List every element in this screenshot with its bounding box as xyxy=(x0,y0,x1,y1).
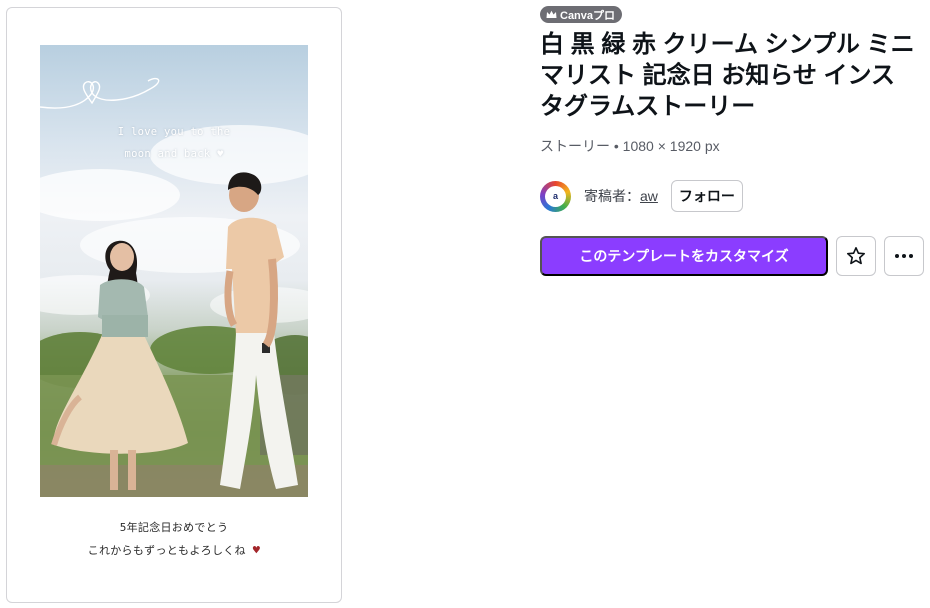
pro-badge-label: Canvaプロ xyxy=(560,9,616,22)
template-preview-card[interactable]: I love you to the moon and back ♥ 5年記念日お… xyxy=(6,7,342,603)
template-title: 白 黒 緑 赤 クリーム シンプル ミニマリスト 記念日 お知らせ インスタグラ… xyxy=(540,31,915,120)
anniversary-message-line2: これからもずっともよろしくね ♥ xyxy=(7,542,341,558)
star-icon xyxy=(847,247,865,265)
couple-photo-illustration xyxy=(40,77,308,497)
author-label: 寄稿者： xyxy=(584,188,640,204)
follow-button[interactable]: フォロー xyxy=(670,180,743,212)
crown-icon xyxy=(546,10,557,18)
photo-caption-text: moon and back xyxy=(124,148,211,160)
author-link[interactable]: aw xyxy=(640,188,658,204)
red-heart-icon: ♥ xyxy=(252,543,261,557)
message-text: これからもずっともよろしくね xyxy=(87,544,246,557)
photo-caption-line2: moon and back ♥ xyxy=(40,148,308,160)
photo-caption-line1: I love you to the xyxy=(117,126,231,138)
anniversary-message-line1: 5年記念日おめでとう xyxy=(119,521,229,534)
heart-icon: ♥ xyxy=(217,149,224,160)
more-options-button[interactable] xyxy=(884,236,924,276)
customize-template-button[interactable]: このテンプレートをカスタマイズ xyxy=(540,236,828,276)
preview-photo: I love you to the moon and back ♥ xyxy=(40,45,308,497)
favorite-button[interactable] xyxy=(836,236,876,276)
avatar-glyph-icon: a xyxy=(545,185,566,207)
canva-pro-badge: Canvaプロ xyxy=(540,6,623,23)
more-icon xyxy=(895,254,913,258)
author-row: a 寄稿者： aw フォロー xyxy=(540,180,743,212)
author-avatar[interactable]: a xyxy=(540,180,571,212)
template-meta: ストーリー • 1080 × 1920 px xyxy=(540,138,720,154)
